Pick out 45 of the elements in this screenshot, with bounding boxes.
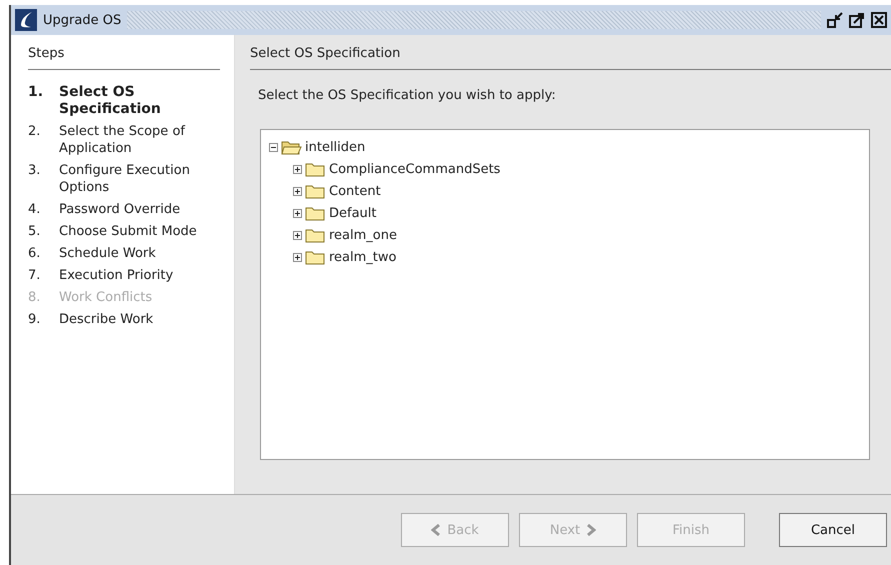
step-number: 7. — [28, 267, 42, 284]
step-number: 6. — [28, 245, 42, 262]
step-label: Select the Scope of Application — [59, 123, 186, 157]
tree-item[interactable]: realm_two — [329, 250, 396, 264]
maximize-icon[interactable] — [849, 12, 865, 28]
step-label: Password Override — [59, 201, 182, 218]
folder-icon — [305, 226, 326, 244]
folder-icon — [281, 138, 302, 156]
step-label: Describe Work — [59, 311, 154, 328]
step-label: Choose Submit Mode — [59, 223, 198, 240]
expand-icon[interactable] — [293, 186, 302, 196]
step-number: 8. — [28, 289, 42, 306]
step-number: 2. — [28, 123, 42, 141]
step-label: Select OS Specification — [59, 84, 162, 118]
close-icon[interactable] — [871, 12, 887, 28]
expand-icon[interactable] — [293, 230, 302, 240]
step-number: 5. — [28, 223, 42, 240]
minimize-icon[interactable] — [827, 12, 843, 28]
tree-item[interactable]: ComplianceCommandSets — [329, 162, 500, 176]
window-title: Upgrade OS — [43, 12, 122, 28]
step-label: Schedule Work — [59, 245, 157, 262]
folder-icon — [305, 160, 326, 178]
app-logo-icon — [15, 9, 37, 31]
tree-item[interactable]: realm_one — [329, 228, 397, 242]
step-label: Work Conflicts — [59, 289, 154, 306]
step-number: 3. — [28, 162, 42, 180]
cancel-button[interactable]: Cancel — [779, 513, 887, 547]
step-number: 1. — [28, 84, 44, 102]
instruction-text: Select the OS Specification you wish to apply: — [258, 88, 557, 103]
step-label: Configure Execution Options — [59, 162, 191, 196]
collapse-icon[interactable] — [269, 142, 278, 152]
tree-item[interactable]: Content — [329, 184, 381, 198]
folder-icon — [305, 182, 326, 200]
step-number: 4. — [28, 201, 42, 218]
tree-item[interactable]: intelliden — [305, 140, 366, 154]
folder-icon — [305, 248, 326, 266]
tree-item[interactable]: Default — [329, 206, 376, 220]
folder-icon — [305, 204, 326, 222]
page-heading: Select OS Specification — [250, 35, 891, 70]
expand-icon[interactable] — [293, 208, 302, 218]
expand-icon[interactable] — [293, 164, 302, 174]
step-label: Execution Priority — [59, 267, 174, 284]
expand-icon[interactable] — [293, 252, 302, 262]
step-number: 9. — [28, 311, 42, 328]
steps-heading: Steps — [28, 35, 220, 70]
